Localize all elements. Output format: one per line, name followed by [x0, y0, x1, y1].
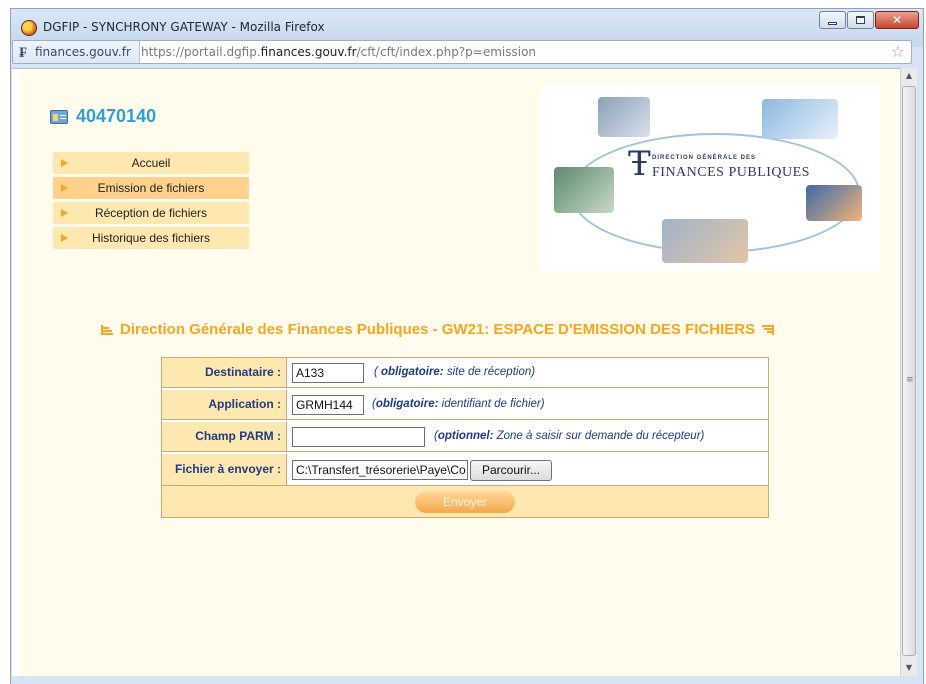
champ-parm-label: Champ PARM :	[162, 422, 287, 451]
destinataire-input[interactable]: A133	[292, 363, 364, 383]
maximize-icon	[856, 16, 865, 24]
address-bar[interactable]: ₣ finances.gouv.fr https://portail.dgfip…	[12, 40, 912, 64]
form-row-destinataire: Destinataire : A133 ( obligatoire: site …	[162, 358, 768, 388]
title-lines-right-icon	[762, 324, 775, 335]
minimize-icon	[828, 21, 837, 25]
title-lines-left-icon	[101, 324, 113, 335]
banner-photo-screen	[806, 185, 862, 221]
menu-arrow-icon	[61, 184, 68, 192]
bookmark-star-icon[interactable]: ☆	[891, 42, 905, 62]
url-text[interactable]: https://portail.dgfip.finances.gouv.fr/c…	[141, 41, 536, 63]
site-identifier: 40470140	[50, 106, 156, 127]
destinataire-label: Destinataire :	[162, 358, 287, 387]
menu-item-reception[interactable]: Réception de fichiers	[53, 202, 249, 224]
section-title-text: Direction Générale des Finances Publique…	[120, 321, 756, 338]
id-card-icon	[50, 109, 68, 124]
application-input[interactable]: GRMH144	[292, 395, 364, 415]
destinataire-hint: ( obligatoire: site de réception)	[374, 366, 536, 378]
menu-item-accueil[interactable]: Accueil	[53, 152, 249, 174]
firefox-icon	[21, 20, 37, 36]
url-domain: finances.gouv.fr	[260, 45, 357, 59]
browse-button[interactable]: Parcourir...	[470, 460, 552, 481]
application-hint: (obligatoire: identifiant de fichier)	[372, 398, 545, 410]
menu-arrow-icon	[61, 159, 68, 167]
form-row-fichier: Fichier à envoyer : C:\Transfert_trésore…	[162, 454, 768, 486]
url-prefix: https://portail.dgfip.	[141, 45, 261, 59]
side-menu: Accueil Emission de fichiers Réception d…	[53, 152, 249, 252]
section-title: Direction Générale des Finances Publique…	[94, 321, 781, 338]
menu-item-historique[interactable]: Historique des fichiers	[53, 227, 249, 249]
site-identity-label: finances.gouv.fr	[35, 45, 131, 59]
fichier-label: Fichier à envoyer :	[162, 454, 287, 485]
submit-button[interactable]: Envoyer	[415, 491, 515, 513]
form-row-champ-parm: Champ PARM : (optionnel: Zone à saisir s…	[162, 422, 768, 452]
champ-parm-hint: (optionnel: Zone à saisir sur demande du…	[434, 430, 705, 442]
form-row-application: Application : GRMH144 (obligatoire: iden…	[162, 390, 768, 420]
page-viewport: 40470140 Accueil Emission de fichiers Ré…	[12, 68, 900, 676]
menu-item-label: Emission de fichiers	[97, 181, 205, 195]
site-favicon-icon: ₣	[19, 43, 27, 61]
window-title: DGFIP - SYNCHRONY GATEWAY - Mozilla Fire…	[43, 20, 325, 34]
scroll-down-icon[interactable]: ▼	[901, 660, 917, 676]
page-content: 40470140 Accueil Emission de fichiers Ré…	[20, 69, 898, 676]
banner-photo-meeting	[662, 219, 748, 263]
emission-form: Destinataire : A133 ( obligatoire: site …	[161, 357, 769, 518]
scroll-grip-icon: ≡	[906, 375, 914, 385]
logo-line1: DIRECTION GÉNÉRALE DES	[652, 155, 757, 161]
window-controls: ✕	[819, 11, 919, 29]
scroll-up-icon[interactable]: ▲	[901, 68, 917, 84]
menu-arrow-icon	[61, 234, 68, 242]
file-path-input[interactable]: C:\Transfert_trésorerie\Paye\Co	[292, 460, 468, 480]
scroll-thumb[interactable]: ≡	[902, 86, 916, 656]
site-code: 40470140	[76, 106, 157, 126]
banner-photo-map	[762, 99, 838, 139]
maximize-button[interactable]	[847, 11, 874, 29]
banner-photo-office	[598, 97, 650, 137]
minimize-button[interactable]	[819, 11, 846, 29]
menu-item-label: Historique des fichiers	[91, 231, 211, 245]
dgfip-banner-image: Ŧ DIRECTION GÉNÉRALE DES FINANCES PUBLIQ…	[540, 85, 880, 271]
banner-photo-desk	[554, 167, 614, 213]
site-identity-badge[interactable]: ₣ finances.gouv.fr	[13, 41, 140, 63]
menu-item-label: Accueil	[131, 156, 171, 170]
dgfip-logo-icon: Ŧ	[628, 144, 651, 184]
url-path: /cft/cft/index.php?p=emission	[356, 45, 537, 59]
champ-parm-input[interactable]	[292, 427, 425, 447]
submit-row: Envoyer	[162, 486, 768, 517]
menu-arrow-icon	[61, 209, 68, 217]
application-label: Application :	[162, 390, 287, 419]
vertical-scrollbar[interactable]: ▲ ≡ ▼	[900, 68, 917, 676]
menu-item-label: Réception de fichiers	[94, 206, 208, 220]
close-button[interactable]: ✕	[875, 11, 919, 29]
menu-item-emission[interactable]: Emission de fichiers	[53, 177, 249, 199]
logo-line2: FINANCES PUBLIQUES	[652, 165, 810, 180]
close-icon: ✕	[891, 13, 903, 27]
